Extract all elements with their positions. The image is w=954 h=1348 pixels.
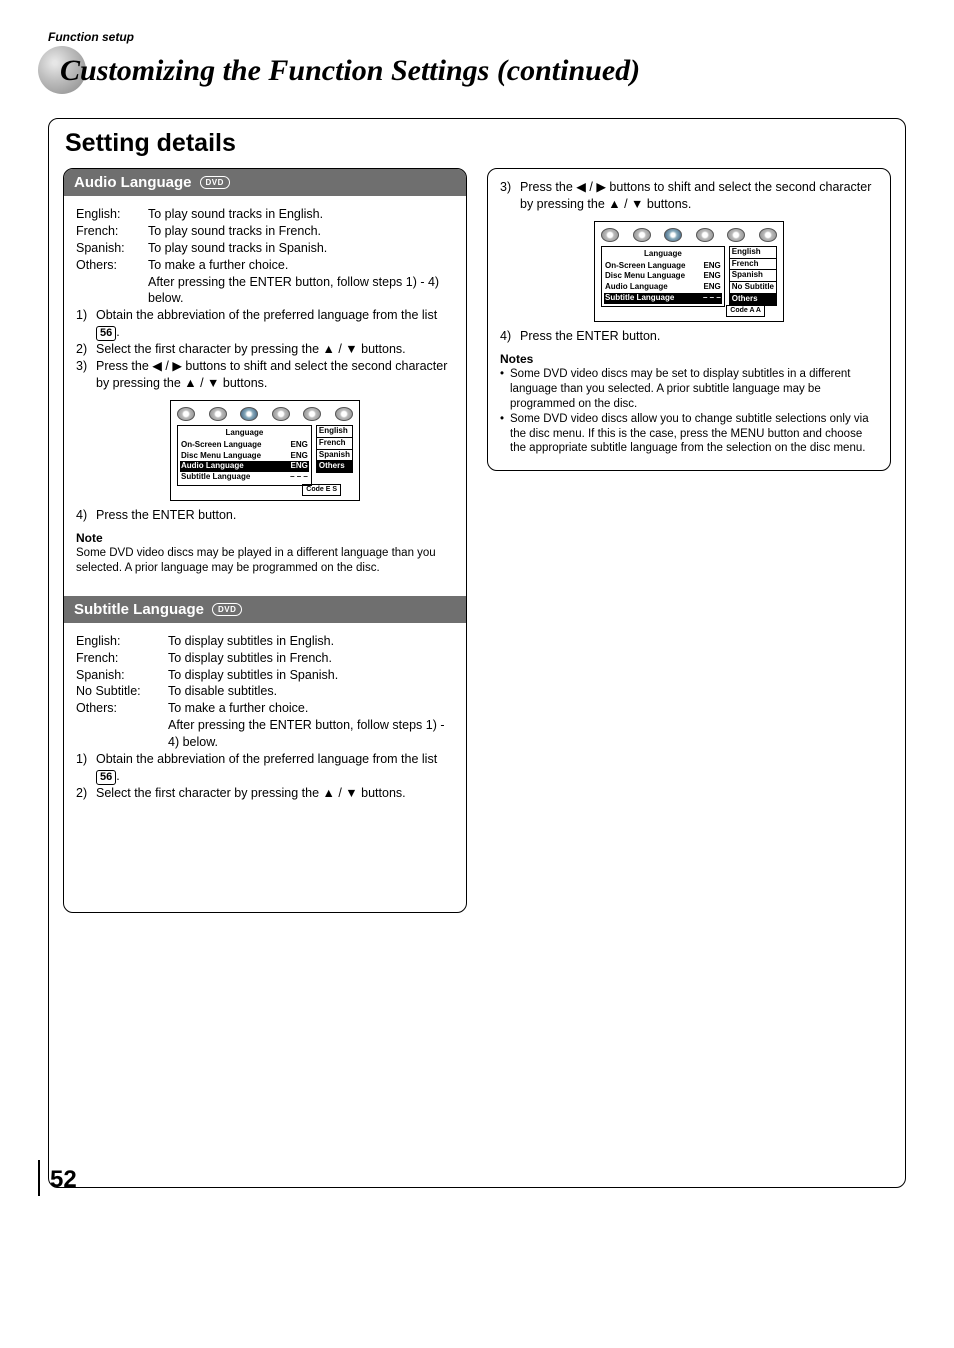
note-bullet: •Some DVD video discs allow you to chang…	[500, 412, 878, 457]
setting-details-heading: Setting details	[65, 129, 891, 158]
disc-icon	[303, 407, 321, 421]
disc-icon	[696, 228, 714, 242]
dvd-icon: DVD	[212, 603, 242, 616]
menu-left-panel: Language On-Screen LanguageENG Disc Menu…	[601, 246, 725, 307]
up-arrow-icon: ▲	[608, 197, 620, 211]
right-panel-body: 3) Press the ◀ / ▶ buttons to shift and …	[488, 169, 890, 470]
audio-step-3: 3) Press the ◀ / ▶ buttons to shift and …	[76, 358, 454, 392]
subtitle-step-4: 4) Press the ENTER button.	[500, 328, 878, 345]
menu-row: Subtitle Language– – –	[180, 472, 309, 483]
down-arrow-icon: ▼	[207, 376, 219, 390]
menu-row: Disc Menu LanguageENG	[604, 271, 722, 282]
subtitle-step-2: 2) Select the first character by pressin…	[76, 785, 454, 802]
menu-row: On-Screen LanguageENG	[180, 440, 309, 451]
subtitle-menu-diagram: Language On-Screen LanguageENG Disc Menu…	[500, 221, 878, 322]
audio-step-2: 2) Select the first character by pressin…	[76, 341, 454, 358]
up-arrow-icon: ▲	[184, 376, 196, 390]
disc-icon	[177, 407, 195, 421]
menu-row: Audio LanguageENG	[604, 282, 722, 293]
right-arrow-icon: ▶	[596, 180, 606, 194]
note-text: Some DVD video discs may be played in a …	[76, 546, 454, 576]
opt-english: English:To play sound tracks in English.	[76, 206, 454, 223]
audio-step-1: 1) Obtain the abbreviation of the prefer…	[76, 307, 454, 341]
opt-english: English:To display subtitles in English.	[76, 633, 454, 650]
audio-language-label: Audio Language	[74, 174, 192, 191]
disc-icon-selected	[240, 407, 258, 421]
audio-step-4: 4) Press the ENTER button.	[76, 507, 454, 524]
disc-icons-row	[601, 228, 777, 242]
disc-icon	[759, 228, 777, 242]
menu-right-panel: English French Spanish No Subtitle Other…	[729, 246, 777, 307]
down-arrow-icon: ▼	[345, 786, 357, 800]
code-box: Code A A	[726, 305, 765, 316]
note-heading: Note	[76, 530, 454, 546]
page-title-wrap: Customizing the Function Settings (conti…	[48, 54, 906, 88]
down-arrow-icon: ▼	[631, 197, 643, 211]
disc-icon-selected	[664, 228, 682, 242]
disc-icon	[727, 228, 745, 242]
menu-row-highlighted: Audio LanguageENG	[180, 461, 309, 472]
disc-icons-row	[177, 407, 353, 421]
subtitle-step-1: 1) Obtain the abbreviation of the prefer…	[76, 751, 454, 785]
menu-row: On-Screen LanguageENG	[604, 261, 722, 272]
subtitle-step-3: 3) Press the ◀ / ▶ buttons to shift and …	[500, 179, 878, 213]
disc-icon	[633, 228, 651, 242]
page: Function setup Customizing the Function …	[0, 0, 954, 1212]
right-arrow-icon: ▶	[172, 359, 182, 373]
audio-language-heading: Audio Language DVD	[64, 169, 466, 196]
opt-spanish: Spanish:To display subtitles in Spanish.	[76, 667, 454, 684]
notes-heading: Notes	[500, 351, 878, 367]
columns: Audio Language DVD English:To play sound…	[63, 168, 891, 913]
opt-french: French:To display subtitles in French.	[76, 650, 454, 667]
right-column: 3) Press the ◀ / ▶ buttons to shift and …	[487, 168, 891, 913]
up-arrow-icon: ▲	[323, 786, 335, 800]
menu-right-panel: English French Spanish Others	[316, 425, 353, 486]
subtitle-language-body: English:To display subtitles in English.…	[64, 623, 466, 912]
menu-row: Disc Menu LanguageENG	[180, 451, 309, 462]
down-arrow-icon: ▼	[345, 342, 357, 356]
page-ref-icon: 56	[96, 770, 116, 785]
disc-icon	[335, 407, 353, 421]
opt-french: French:To play sound tracks in French.	[76, 223, 454, 240]
subtitle-language-label: Subtitle Language	[74, 601, 204, 618]
audio-language-body: English:To play sound tracks in English.…	[64, 196, 466, 590]
page-number: 52	[50, 1166, 77, 1194]
left-column: Audio Language DVD English:To play sound…	[63, 168, 467, 913]
opt-others: Others:To make a further choice.	[76, 257, 454, 274]
disc-icon	[209, 407, 227, 421]
disc-icon	[601, 228, 619, 242]
dvd-icon: DVD	[200, 176, 230, 189]
menu-row-highlighted: Subtitle Language– – –	[604, 293, 722, 304]
menu-left-panel: Language On-Screen LanguageENG Disc Menu…	[177, 425, 312, 486]
left-arrow-icon: ◀	[152, 359, 162, 373]
page-title: Customizing the Function Settings (conti…	[48, 54, 906, 88]
up-arrow-icon: ▲	[323, 342, 335, 356]
disc-icon	[272, 407, 290, 421]
left-panel: Audio Language DVD English:To play sound…	[63, 168, 467, 913]
others-follow: After pressing the ENTER button, follow …	[76, 274, 454, 308]
left-arrow-icon: ◀	[576, 180, 586, 194]
audio-menu-diagram: Language On-Screen LanguageENG Disc Menu…	[76, 400, 454, 501]
code-box: Code E S	[302, 484, 341, 495]
right-panel: 3) Press the ◀ / ▶ buttons to shift and …	[487, 168, 891, 471]
others-follow: After pressing the ENTER button, follow …	[76, 717, 454, 751]
section-header: Function setup	[48, 30, 906, 44]
opt-others: Others:To make a further choice.	[76, 700, 454, 717]
page-ref-icon: 56	[96, 326, 116, 341]
opt-no-subtitle: No Subtitle:To disable subtitles.	[76, 683, 454, 700]
subtitle-language-heading: Subtitle Language DVD	[64, 596, 466, 623]
main-outline: Setting details Audio Language DVD Engli…	[48, 118, 906, 1188]
note-bullet: •Some DVD video discs may be set to disp…	[500, 367, 878, 412]
opt-spanish: Spanish:To play sound tracks in Spanish.	[76, 240, 454, 257]
